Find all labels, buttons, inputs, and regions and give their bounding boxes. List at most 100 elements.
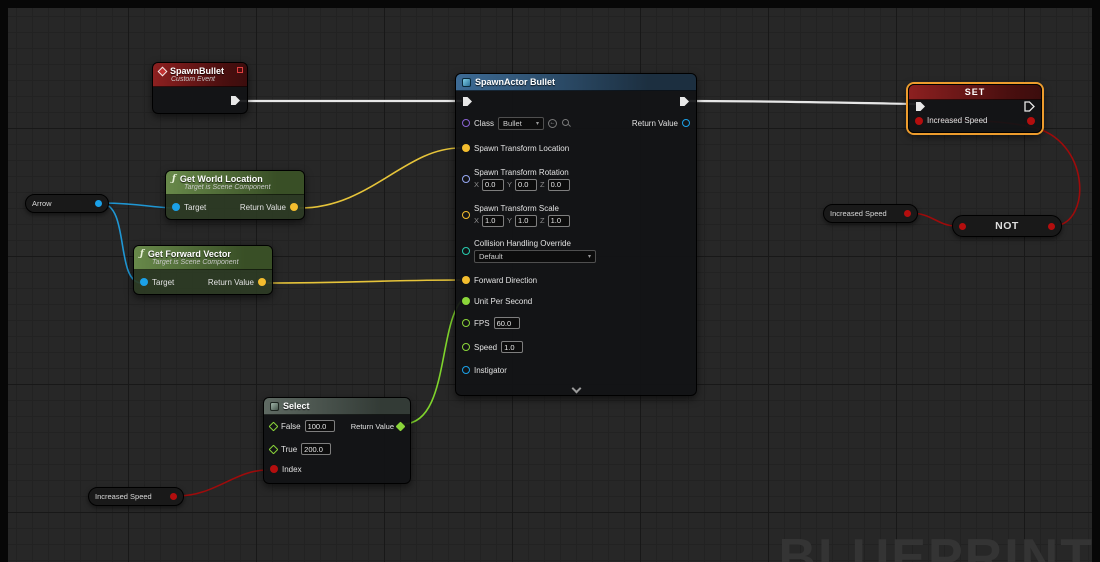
wire-increasedspeed-to-select-index[interactable] <box>176 469 268 497</box>
wire-exec-spawnactor-to-set[interactable] <box>686 99 917 106</box>
collision-handling-dropdown[interactable]: Default ▾ <box>474 250 596 263</box>
fps-label: FPS <box>474 318 490 328</box>
spawn-transform-location-label: Spawn Transform Location <box>474 143 570 153</box>
axis-z-label: Z <box>540 180 545 189</box>
exec-out-pin[interactable] <box>679 96 690 107</box>
select-true-input[interactable] <box>301 443 332 455</box>
node-title: NOT <box>995 220 1019 232</box>
not-output-pin[interactable] <box>1048 222 1055 230</box>
class-pin[interactable] <box>462 119 470 127</box>
variable-label: Increased Speed <box>95 492 152 501</box>
speed-input[interactable] <box>501 341 524 353</box>
not-input-pin[interactable] <box>959 222 966 230</box>
node-not-boolean[interactable]: NOT <box>952 215 1062 237</box>
target-label: Target <box>152 277 175 287</box>
node-expand-button[interactable] <box>456 381 696 395</box>
select-return-pin[interactable] <box>395 421 406 431</box>
wire-not-to-set-input[interactable] <box>921 119 1081 227</box>
return-value-label: Return Value <box>350 421 394 431</box>
target-label: Target <box>184 202 207 212</box>
scale-x-input[interactable] <box>482 214 505 227</box>
delegate-pin[interactable] <box>237 67 243 73</box>
forward-direction-pin[interactable] <box>462 276 470 284</box>
viewport-edge-top <box>0 0 1100 8</box>
node-select[interactable]: Select False Return Value True Index <box>263 397 411 484</box>
arrow-output-pin[interactable] <box>95 200 102 207</box>
increased-speed-output-pin[interactable] <box>904 210 911 217</box>
node-increased-speed-variable-bottom[interactable]: Increased Speed <box>88 487 184 506</box>
pure-function-icon: ƒ <box>172 174 176 184</box>
speed-pin[interactable] <box>462 343 470 351</box>
return-value-pin[interactable] <box>258 278 266 286</box>
speed-label: Speed <box>474 342 498 352</box>
increased-speed-output-pin[interactable] <box>170 493 177 500</box>
node-get-forward-vector[interactable]: ƒ Get Forward Vector Target is Scene Com… <box>133 245 273 295</box>
node-title: Select <box>283 401 310 411</box>
unit-per-second-pin[interactable] <box>462 297 470 305</box>
axis-x-label: X <box>474 216 480 225</box>
exec-out-pin[interactable] <box>230 95 241 106</box>
spawn-transform-rotation-pin[interactable] <box>462 175 470 183</box>
node-title: SpawnBullet <box>170 66 225 76</box>
unit-per-second-label: Unit Per Second <box>474 296 533 306</box>
exec-in-pin[interactable] <box>915 101 926 112</box>
fps-input[interactable] <box>493 317 520 329</box>
instigator-label: Instigator <box>474 365 507 375</box>
select-false-input[interactable] <box>304 420 335 432</box>
browse-asset-icon[interactable] <box>561 118 571 128</box>
node-subtitle: Target is Scene Component <box>184 184 271 191</box>
node-title: SpawnActor Bullet <box>475 77 556 87</box>
rotation-y-input[interactable] <box>515 178 538 191</box>
forward-direction-label: Forward Direction <box>474 275 538 285</box>
spawn-transform-scale-pin[interactable] <box>462 211 470 219</box>
node-set-increased-speed[interactable]: SET Increased Speed <box>908 84 1042 133</box>
return-value-label: Return Value <box>239 202 286 212</box>
wire-arrow-to-worldlocation-target[interactable] <box>100 202 174 209</box>
class-dropdown[interactable]: Bullet ▾ <box>498 116 545 130</box>
scale-z-input[interactable] <box>547 214 570 227</box>
collision-handling-label: Collision Handling Override <box>474 239 571 248</box>
spawn-transform-location-pin[interactable] <box>462 144 470 152</box>
return-value-pin[interactable] <box>290 203 298 211</box>
node-increased-speed-variable-right[interactable]: Increased Speed <box>823 204 918 223</box>
return-value-label: Return Value <box>207 277 254 287</box>
select-icon <box>270 401 279 411</box>
return-value-pin[interactable] <box>682 119 690 127</box>
node-subtitle: Custom Event <box>171 76 215 83</box>
rotation-x-input[interactable] <box>482 178 505 191</box>
chevron-down-icon <box>571 383 581 393</box>
target-pin[interactable] <box>140 278 148 286</box>
select-false-label: False <box>281 421 301 431</box>
wire-select-to-unitpersecond[interactable] <box>402 300 462 425</box>
wire-worldlocation-to-spawnlocation[interactable] <box>299 147 461 209</box>
blueprint-graph-canvas[interactable]: BLUEPRINT SpawnBullet Custom Event Spawn… <box>0 0 1100 562</box>
select-true-label: True <box>281 444 298 454</box>
node-get-world-location[interactable]: ƒ Get World Location Target is Scene Com… <box>165 170 305 220</box>
increased-speed-output-pin[interactable] <box>1027 116 1035 125</box>
scale-y-input[interactable] <box>515 214 538 227</box>
instigator-pin[interactable] <box>462 366 470 374</box>
fps-pin[interactable] <box>462 319 470 327</box>
node-arrow-variable[interactable]: Arrow <box>25 194 109 213</box>
select-true-pin[interactable] <box>268 444 279 454</box>
node-title: Get Forward Vector <box>147 249 231 259</box>
rotation-z-input[interactable] <box>547 178 570 191</box>
target-pin[interactable] <box>172 203 180 211</box>
class-label: Class <box>474 118 495 128</box>
wire-forwardvector-to-forwarddirection[interactable] <box>267 279 461 284</box>
exec-out-pin[interactable] <box>1024 101 1035 112</box>
node-spawnactor-bullet[interactable]: SpawnActor Bullet Class Bullet ▾ ← Retur… <box>455 73 697 396</box>
use-selected-asset-icon[interactable]: ← <box>548 118 558 128</box>
collision-handling-pin[interactable] <box>462 247 470 255</box>
exec-in-pin[interactable] <box>462 96 473 107</box>
select-index-pin[interactable] <box>270 465 278 473</box>
node-subtitle: Target is Scene Component <box>152 259 239 266</box>
axis-x-label: X <box>474 180 480 189</box>
node-spawnbullet-custom-event[interactable]: SpawnBullet Custom Event <box>152 62 248 114</box>
select-false-pin[interactable] <box>268 421 279 431</box>
viewport-edge-right <box>1092 0 1100 562</box>
spawn-actor-icon <box>462 77 471 87</box>
chevron-down-icon: ▾ <box>587 254 591 260</box>
variable-label: Increased Speed <box>830 209 887 218</box>
increased-speed-input-pin[interactable] <box>915 116 923 125</box>
